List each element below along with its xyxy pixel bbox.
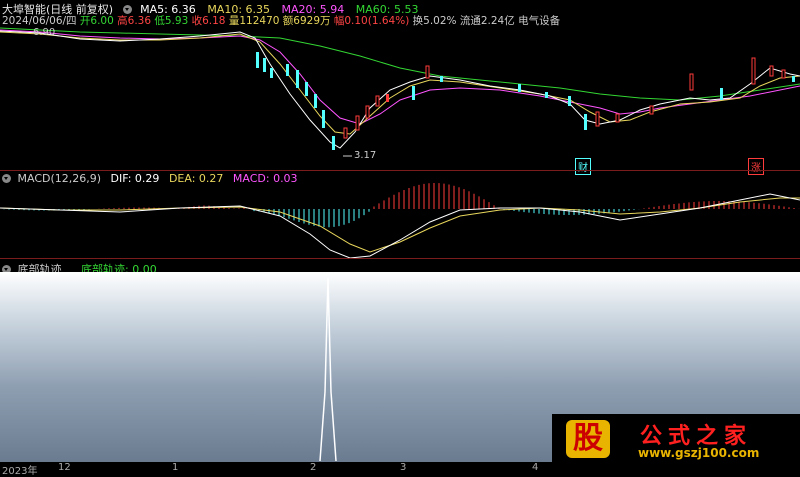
dif-line (0, 193, 800, 259)
watermark-url: www.gszj100.com (638, 446, 760, 460)
x-label: 2 (310, 462, 317, 473)
ma10-line (0, 31, 800, 135)
dea-line (0, 197, 800, 253)
low-price-marker: 3.17 (354, 150, 377, 161)
x-label: 12 (58, 462, 71, 473)
watermark: 股 公式之家 www.gszj100.com (552, 414, 800, 462)
watermark-logo: 股 (566, 420, 610, 458)
ma60-line (0, 27, 800, 101)
x-label: 3 (400, 462, 407, 473)
ma20-line (0, 29, 800, 125)
high-price-marker: 6.90 (33, 27, 56, 38)
price-chart[interactable] (0, 24, 800, 169)
ma5-line (0, 30, 800, 149)
x-label: 4 (532, 462, 539, 473)
macd-chart[interactable] (0, 182, 800, 262)
panel-separator[interactable] (0, 258, 800, 259)
macd-histogram (3, 183, 800, 228)
panel-separator[interactable] (0, 170, 800, 171)
x-label: 2023年 (2, 466, 38, 477)
x-label: 1 (172, 462, 179, 473)
limit-up-badge[interactable]: 涨 (748, 158, 764, 175)
finance-badge[interactable]: 财 (575, 158, 591, 175)
